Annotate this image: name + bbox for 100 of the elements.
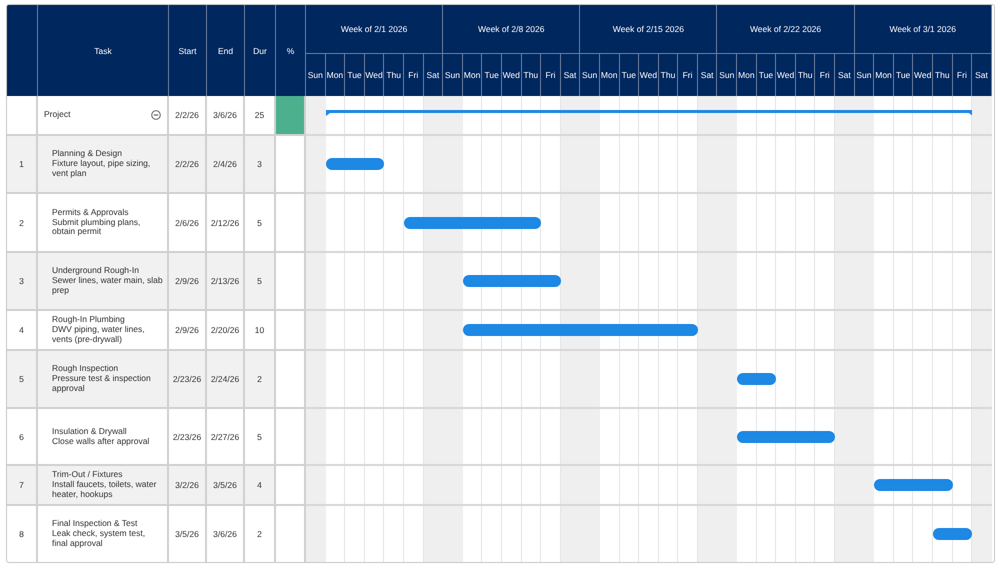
task-bar[interactable] [404,216,542,228]
calendar-cell [854,506,874,562]
day-header: Fri [404,54,424,96]
task-bar[interactable] [737,430,836,442]
calendar-cell [306,96,326,134]
row-number: 8 [7,506,38,562]
day-header: Tue [756,54,776,96]
task-bar[interactable] [326,158,384,170]
day-header: Sun [854,54,874,96]
task-name: Rough-In Plumbing [52,315,125,326]
duration-cell: 4 [245,466,276,506]
collapse-icon[interactable] [151,110,161,120]
task-description: Install faucets, toilets, water heater, hookups [52,480,158,500]
column-header: Dur [245,5,276,96]
day-header: Mon [600,54,620,96]
day-header: Wed [776,54,796,96]
calendar-cell [854,409,874,464]
calendar-cell [717,194,738,251]
calendar-cell [424,136,444,192]
day-header: Sun [580,54,600,96]
calendar-cell [560,194,580,251]
day-header: Fri [541,54,561,96]
calendar-cell [854,136,874,192]
calendar-cell [443,311,463,349]
task-name: Insulation & Drywall [52,426,127,436]
week-header: Week of 2/22 2026 [717,5,855,54]
start-date: 3/2/26 [169,466,207,506]
calendar-cell [698,194,718,251]
calendar-cell [835,96,855,134]
day-header: Mon [326,54,346,96]
day-header: Sat [698,54,718,96]
calendar-cell [698,466,718,504]
calendar-cell [560,409,580,464]
calendar-cell [443,136,463,192]
task-bar[interactable] [462,275,561,287]
day-header: Mon [462,54,482,96]
project-name: Project [44,110,70,120]
day-header: Thu [796,54,816,96]
calendar-cell [698,351,718,407]
duration-cell: 5 [245,253,276,311]
calendar-cell [580,506,600,562]
calendar-cell [854,311,874,349]
day-header: Wed [502,54,522,96]
calendar-cell [306,466,326,504]
day-header: Mon [874,54,894,96]
task-name: Planning & Design [52,149,122,160]
task-bar[interactable] [737,373,776,385]
calendar-cell [698,506,718,562]
calendar-cell [854,253,874,309]
calendar-cell [835,506,855,562]
week-header: Week of 2/1 2026 [306,5,444,54]
calendar-cell [560,136,580,192]
calendar-cell [424,466,444,504]
calendar-cell [717,136,738,192]
day-header: Sat [972,54,992,96]
column-header: End [207,5,245,96]
calendar-cell [443,409,463,464]
calendar-cell [580,96,600,134]
task-bar[interactable] [874,479,953,491]
calendar-cell [717,351,738,407]
calendar-cell [717,253,738,309]
end-date: 2/4/26 [207,136,245,194]
calendar-cell [560,506,580,562]
week-header: Week of 3/1 2026 [854,5,992,54]
row-number: 1 [7,136,38,194]
calendar-cell [972,96,992,134]
task-description: DWV piping, water lines, vents (pre-drywall) [52,325,146,345]
calendar-cell [443,351,463,407]
calendar-cell [560,253,580,309]
week-header: Week of 2/15 2026 [580,5,718,54]
day-header: Sat [835,54,855,96]
calendar-cell [698,409,718,464]
task-name: Rough Inspection [52,364,118,374]
task-description: Fixture layout, pipe sizing, vent plan [52,159,152,179]
calendar-cell [306,506,326,562]
calendar-cell [580,351,600,407]
calendar-cell [854,351,874,407]
calendar-cell [306,136,326,192]
task-description: Pressure test & inspection approval [52,374,152,394]
calendar-cell [972,351,992,407]
calendar-cell [306,351,326,407]
calendar-cell [972,311,992,349]
calendar-cell [580,194,600,251]
day-header: Tue [894,54,914,96]
day-header: Thu [658,54,678,96]
day-header: Thu [522,54,542,96]
calendar-cell [443,253,463,309]
day-header: Fri [678,54,698,96]
column-header: % [276,5,306,96]
calendar-cell [306,311,326,349]
calendar-cell [306,253,326,309]
day-header: Mon [737,54,757,96]
task-bar[interactable] [933,528,972,540]
task-description: Close walls after approval [52,436,150,446]
calendar-cell [717,96,738,134]
calendar-cell [580,136,600,192]
day-header: Tue [345,54,365,96]
day-header: Sat [424,54,444,96]
calendar-cell [854,466,874,504]
calendar-cell [424,409,444,464]
